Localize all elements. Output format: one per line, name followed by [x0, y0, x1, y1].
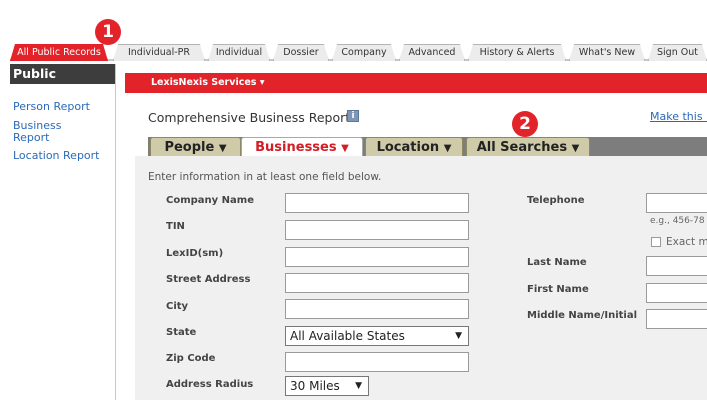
- search-tab-label: Location: [376, 140, 440, 155]
- tin-input[interactable]: [285, 220, 469, 240]
- company-name-input[interactable]: [285, 193, 469, 213]
- sidebar-link-location-report[interactable]: Location Report: [10, 150, 115, 162]
- middle-name-input[interactable]: [646, 309, 707, 329]
- sidebar-title: Public Records: [10, 64, 115, 101]
- label-telephone: Telephone: [527, 195, 585, 206]
- tab-dossier[interactable]: Dossier: [273, 44, 329, 61]
- main-tab-bar: All Public Records Individual-PR Individ…: [10, 44, 707, 61]
- zip-code-input[interactable]: [285, 352, 469, 372]
- label-middle-name: Middle Name/Initial: [527, 310, 638, 321]
- state-select[interactable]: All Available States ▼: [285, 326, 469, 346]
- exact-match-label: Exact ma: [666, 236, 707, 248]
- search-tab-label: Businesses: [255, 140, 337, 155]
- exact-match-checkbox[interactable]: [651, 237, 661, 247]
- callout-badge-2: 2: [512, 111, 538, 137]
- label-lexid: LexID(sm): [166, 248, 224, 259]
- callout-badge-1: 1: [95, 19, 121, 45]
- label-last-name: Last Name: [527, 257, 587, 268]
- chevron-down-icon: ▼: [341, 143, 349, 154]
- label-address-radius: Address Radius: [166, 379, 254, 390]
- state-select-value: All Available States: [290, 329, 405, 343]
- chevron-down-icon: ▼: [218, 143, 227, 154]
- tab-individual[interactable]: Individual: [208, 44, 270, 61]
- tab-sign-out[interactable]: Sign Out: [648, 44, 707, 61]
- dropdown-arrow-icon: ▼: [455, 331, 462, 341]
- radius-select-value: 30 Miles: [290, 379, 340, 393]
- make-default-link[interactable]: Make this m: [650, 110, 707, 123]
- dropdown-arrow-icon: ▼: [355, 381, 362, 391]
- tab-all-public-records[interactable]: All Public Records: [10, 44, 108, 61]
- label-zip-code: Zip Code: [166, 353, 216, 364]
- telephone-hint: e.g., 456-78: [650, 216, 705, 226]
- search-tab-all-searches[interactable]: All Searches ▼: [466, 137, 590, 156]
- tab-whats-new[interactable]: What's New: [569, 44, 645, 61]
- label-street-address: Street Address: [166, 274, 251, 285]
- label-state: State: [166, 327, 197, 338]
- tab-advanced[interactable]: Advanced: [399, 44, 465, 61]
- info-icon[interactable]: i: [347, 110, 359, 122]
- search-tab-location[interactable]: Location ▼: [365, 137, 463, 156]
- tab-individual-pr[interactable]: Individual-PR: [113, 44, 205, 61]
- form-instruction: Enter information in at least one field …: [148, 171, 382, 183]
- label-tin: TIN: [166, 221, 185, 232]
- address-radius-select[interactable]: 30 Miles ▼: [285, 376, 369, 396]
- services-bar: LexisNexis Services ▾: [125, 73, 707, 93]
- search-tab-label: People: [164, 140, 215, 155]
- first-name-input[interactable]: [646, 283, 707, 303]
- sidebar-link-person-report[interactable]: Person Report: [10, 101, 115, 113]
- label-city: City: [166, 301, 189, 312]
- label-company-name: Company Name: [166, 195, 254, 206]
- lexid-input[interactable]: [285, 247, 469, 267]
- search-tab-people[interactable]: People ▼: [150, 137, 241, 156]
- tab-company[interactable]: Company: [332, 44, 396, 61]
- search-tab-label: All Searches: [476, 140, 568, 155]
- sidebar: Public Records Person Report Business Re…: [10, 64, 116, 400]
- tab-history-alerts[interactable]: History & Alerts: [468, 44, 566, 61]
- chevron-down-icon: ▼: [443, 143, 452, 154]
- city-input[interactable]: [285, 299, 469, 319]
- street-address-input[interactable]: [285, 273, 469, 293]
- chevron-down-icon: ▼: [571, 143, 580, 154]
- page-title: Comprehensive Business Report: [148, 110, 351, 125]
- telephone-input[interactable]: [646, 193, 707, 213]
- last-name-input[interactable]: [646, 256, 707, 276]
- services-menu[interactable]: LexisNexis Services ▾: [151, 77, 265, 88]
- search-tab-businesses[interactable]: Businesses ▼: [241, 137, 363, 157]
- sidebar-link-business-report[interactable]: Business Report: [10, 120, 70, 144]
- label-first-name: First Name: [527, 284, 589, 295]
